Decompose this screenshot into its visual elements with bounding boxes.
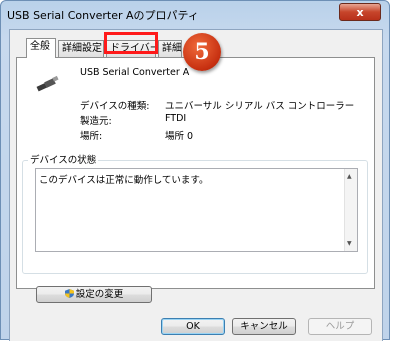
change-settings-button[interactable]: 設定の変更 bbox=[36, 286, 152, 303]
usb-plug-icon bbox=[36, 75, 59, 92]
status-text: このデバイスは正常に動作しています。 bbox=[39, 175, 209, 186]
status-textbox[interactable]: このデバイスは正常に動作しています。 ▲ ▼ bbox=[35, 168, 358, 252]
device-type-label: デバイスの種類: bbox=[80, 101, 150, 112]
cancel-button[interactable]: キャンセル bbox=[232, 318, 296, 335]
tab-details[interactable]: 詳細 bbox=[158, 40, 182, 57]
device-name: USB Serial Converter A bbox=[80, 67, 190, 78]
scroll-up-arrow-icon[interactable]: ▲ bbox=[347, 173, 352, 180]
uac-shield-icon bbox=[64, 289, 74, 298]
tab-advanced[interactable]: 詳細設定 bbox=[58, 40, 104, 57]
device-status-label: デバイスの状態 bbox=[28, 152, 99, 166]
step-number-badge: 5 bbox=[183, 33, 221, 71]
highlight-box bbox=[104, 32, 158, 54]
manufacturer-label: 製造元: bbox=[80, 116, 112, 127]
location-value: 場所 0 bbox=[165, 131, 194, 142]
device-type-value: ユニバーサル シリアル バス コントローラー bbox=[165, 101, 355, 112]
window-title: USB Serial Converter Aのプロパティ bbox=[7, 9, 199, 22]
close-button[interactable]: x bbox=[339, 3, 381, 21]
tab-general[interactable]: 全般 bbox=[26, 38, 56, 58]
ok-button[interactable]: OK bbox=[161, 318, 225, 335]
location-label: 場所: bbox=[80, 131, 103, 142]
manufacturer-value: FTDI bbox=[165, 113, 187, 124]
status-scrollbar[interactable]: ▲ ▼ bbox=[344, 169, 357, 251]
help-button[interactable]: ヘルプ bbox=[308, 318, 372, 335]
scroll-down-arrow-icon[interactable]: ▼ bbox=[347, 240, 352, 247]
change-settings-label: 設定の変更 bbox=[75, 289, 124, 300]
